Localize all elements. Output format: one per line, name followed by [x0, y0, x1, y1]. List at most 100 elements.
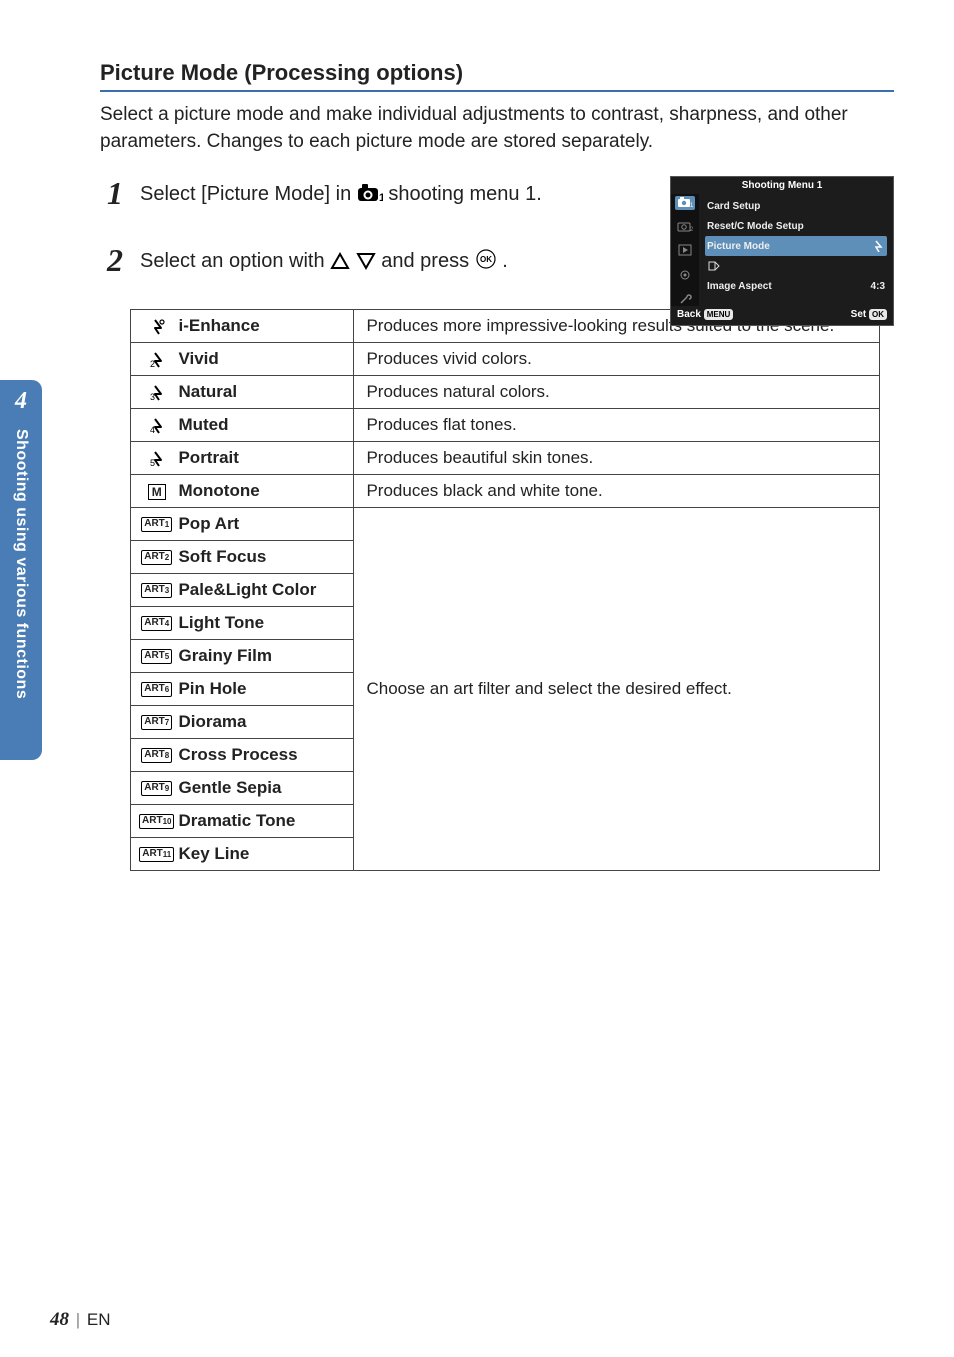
- lcd-row-reset[interactable]: Reset/C Mode Setup: [705, 216, 887, 236]
- mode-icon: ART3: [131, 574, 175, 607]
- table-row: 5 Portrait Produces beautiful skin tones…: [131, 442, 880, 475]
- mode-icon: 5: [131, 442, 175, 475]
- mode-icon: 4: [131, 409, 175, 442]
- mode-icon: ART6: [131, 673, 175, 706]
- svg-text:OK: OK: [480, 255, 492, 264]
- down-triangle-icon: [356, 252, 376, 270]
- lcd-tab-strip: 1 2: [671, 194, 699, 306]
- step-2-number: 2: [100, 242, 130, 279]
- mode-desc: Produces beautiful skin tones.: [354, 442, 880, 475]
- art-icon: ART6: [141, 682, 172, 697]
- mode-icon: ART5: [131, 640, 175, 673]
- mode-desc: Produces flat tones.: [354, 409, 880, 442]
- mode-name: Key Line: [174, 838, 354, 871]
- art-icon: ART11: [139, 847, 174, 862]
- svg-text:1: 1: [690, 203, 693, 208]
- page-footer: 48 | EN: [50, 1309, 111, 1331]
- step-1-number: 1: [100, 175, 130, 212]
- lcd-title: Shooting Menu 1: [671, 177, 893, 194]
- lcd-footer: Back MENU Set OK: [671, 306, 893, 323]
- svg-text:2: 2: [150, 359, 155, 369]
- mode-icon: 3: [131, 376, 175, 409]
- mode-name: Diorama: [174, 706, 354, 739]
- svg-text:3: 3: [150, 392, 155, 402]
- up-triangle-icon: [330, 252, 350, 270]
- art-icon: ART3: [141, 583, 172, 598]
- lcd-tab-gear[interactable]: [675, 268, 695, 282]
- mode-name: Pin Hole: [174, 673, 354, 706]
- step-1-text: Select [Picture Mode] in 1 shooting menu…: [140, 180, 542, 208]
- art-icon: ART7: [141, 715, 172, 730]
- gear-icon: [678, 268, 692, 282]
- mode-name: Monotone: [174, 475, 354, 508]
- art-icon: ART8: [141, 748, 172, 763]
- svg-text:2: 2: [690, 227, 693, 232]
- intro-text: Select a picture mode and make individua…: [100, 102, 894, 155]
- ok-button-icon: OK: [475, 248, 497, 270]
- mode-icon: ART11: [131, 838, 175, 871]
- mode-name: Cross Process: [174, 739, 354, 772]
- camera-icon: 2: [677, 220, 693, 232]
- mode-name: Dramatic Tone: [174, 805, 354, 838]
- mode-icon: ART9: [131, 772, 175, 805]
- lcd-tab-shoot2[interactable]: 2: [675, 220, 695, 234]
- svg-text:5: 5: [150, 458, 155, 468]
- page-number: 48: [50, 1309, 69, 1330]
- mode-name: Gentle Sepia: [174, 772, 354, 805]
- lcd-preview: Shooting Menu 1 1 2 Card Setup Reset/C M…: [670, 176, 894, 326]
- mode-name: Natural: [174, 376, 354, 409]
- mode-icon: ART4: [131, 607, 175, 640]
- lcd-row-card-setup[interactable]: Card Setup: [705, 196, 887, 216]
- art-icon: ART2: [141, 550, 172, 565]
- svg-text:1: 1: [379, 192, 383, 203]
- picture-icon: 3: [147, 384, 167, 402]
- mode-icon: ART1: [131, 508, 175, 541]
- mode-icon: M: [131, 475, 175, 508]
- step-2-text: Select an option with and press OK .: [140, 247, 508, 275]
- menu-button-hint: MENU: [704, 309, 734, 320]
- picture-icon: [871, 240, 885, 252]
- play-icon: [678, 244, 692, 256]
- table-row: 3 Natural Produces natural colors.: [131, 376, 880, 409]
- art-icon: ART4: [141, 616, 172, 631]
- lcd-menu-list: Card Setup Reset/C Mode Setup Picture Mo…: [699, 194, 893, 306]
- mode-name: Vivid: [174, 343, 354, 376]
- wrench-icon: [678, 292, 692, 306]
- art-icon: ART10: [139, 814, 174, 829]
- ok-button-hint: OK: [869, 309, 887, 320]
- art-icon: ART5: [141, 649, 172, 664]
- mode-name: i-Enhance: [174, 310, 354, 343]
- mode-icon: ART7: [131, 706, 175, 739]
- lcd-tab-play[interactable]: [675, 244, 695, 258]
- table-row: 4 Muted Produces flat tones.: [131, 409, 880, 442]
- mode-name: Portrait: [174, 442, 354, 475]
- art-icon: ART1: [141, 517, 172, 532]
- table-row: M Monotone Produces black and white tone…: [131, 475, 880, 508]
- picture-icon: 5: [147, 450, 167, 468]
- picture-icon: 4: [147, 417, 167, 435]
- art-icon: ART9: [141, 781, 172, 796]
- monotone-icon: M: [148, 484, 166, 500]
- mode-desc: Produces vivid colors.: [354, 343, 880, 376]
- section-heading: Picture Mode (Processing options): [100, 60, 894, 92]
- table-row: ART1 Pop Art Choose an art filter and se…: [131, 508, 880, 541]
- picture-icon: 2: [147, 351, 167, 369]
- table-row: 2 Vivid Produces vivid colors.: [131, 343, 880, 376]
- svg-text:4: 4: [150, 425, 155, 435]
- lcd-tab-setup[interactable]: [675, 292, 695, 306]
- lcd-row-picture-mode[interactable]: Picture Mode: [705, 236, 887, 256]
- mode-desc: Produces natural colors.: [354, 376, 880, 409]
- art-desc: Choose an art filter and select the desi…: [354, 508, 880, 871]
- mode-name: Muted: [174, 409, 354, 442]
- picture-icon: [147, 318, 167, 336]
- mode-name: Pop Art: [174, 508, 354, 541]
- mode-desc: Produces black and white tone.: [354, 475, 880, 508]
- lcd-row-image-aspect[interactable]: Image Aspect4:3: [705, 276, 887, 296]
- mode-name: Grainy Film: [174, 640, 354, 673]
- lcd-row-quality[interactable]: [705, 256, 887, 276]
- mode-icon: ART10: [131, 805, 175, 838]
- lcd-tab-shoot1[interactable]: 1: [675, 196, 695, 210]
- camera-1-icon: 1: [357, 183, 383, 203]
- mode-icon: [131, 310, 175, 343]
- mode-name: Pale&Light Color: [174, 574, 354, 607]
